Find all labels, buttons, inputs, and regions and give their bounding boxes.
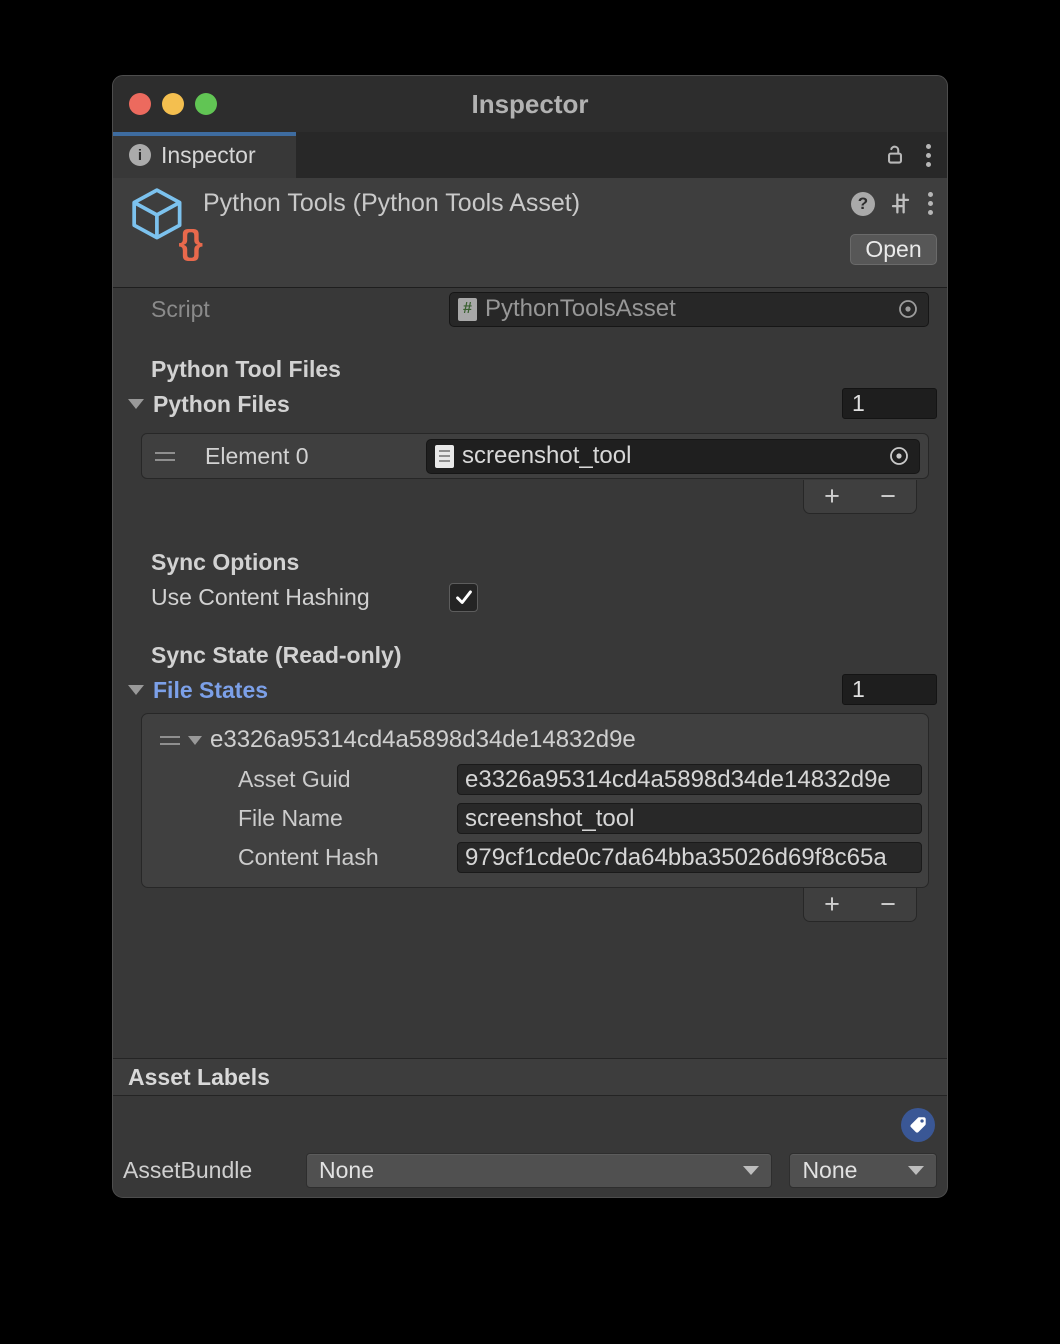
chevron-down-icon: [743, 1166, 759, 1175]
file-state-entry-header[interactable]: e3326a95314cd4a5898d34de14832d9e: [142, 722, 922, 764]
file-states-list-controls: + −: [803, 888, 917, 922]
remove-element-button[interactable]: −: [865, 483, 911, 510]
python-files-row: Python Files 1: [128, 387, 937, 421]
asset-guid-row: Asset Guid e3326a95314cd4a5898d34de14832…: [142, 764, 922, 795]
assetbundle-variant-value: None: [802, 1157, 857, 1184]
tab-inspector[interactable]: i Inspector: [113, 132, 296, 178]
asset-guid-label: Asset Guid: [238, 766, 457, 793]
asset-guid-field[interactable]: e3326a95314cd4a5898d34de14832d9e: [457, 764, 922, 795]
entry-guid-header: e3326a95314cd4a5898d34de14832d9e: [210, 726, 636, 754]
minimize-window-button[interactable]: [162, 93, 184, 115]
zoom-window-button[interactable]: [195, 93, 217, 115]
chevron-down-icon: [908, 1166, 924, 1175]
element-0-value: screenshot_tool: [462, 442, 631, 470]
python-tools-asset-icon: {}: [129, 186, 199, 256]
add-element-button[interactable]: +: [809, 483, 855, 510]
check-icon: [453, 586, 475, 608]
inspector-window: Inspector i Inspector: [112, 75, 948, 1198]
file-name-row: File Name screenshot_tool: [142, 803, 922, 834]
file-name-field[interactable]: screenshot_tool: [457, 803, 922, 834]
file-states-label: File States: [153, 677, 268, 704]
tab-bar: i Inspector: [113, 132, 947, 178]
element-0-object-field[interactable]: screenshot_tool: [426, 439, 920, 474]
asset-title: Python Tools (Python Tools Asset): [203, 189, 580, 218]
content-hash-field[interactable]: 979cf1cde0c7da64bba35026d69f8c65a: [457, 842, 922, 873]
use-content-hashing-row: Use Content Hashing: [151, 581, 929, 613]
python-files-size-field[interactable]: 1: [842, 388, 937, 419]
tab-kebab-menu-icon[interactable]: [924, 142, 933, 169]
info-icon: i: [129, 144, 151, 166]
file-states-size-field[interactable]: 1: [842, 674, 937, 705]
csharp-script-icon: #: [458, 298, 477, 321]
assetbundle-variant-dropdown[interactable]: None: [789, 1153, 937, 1188]
content-hash-label: Content Hash: [238, 844, 457, 871]
sync-options-label: Sync Options: [151, 549, 299, 576]
python-tool-files-label: Python Tool Files: [151, 356, 341, 383]
file-name-label: File Name: [238, 805, 457, 832]
assetbundle-dropdown[interactable]: None: [306, 1153, 772, 1188]
element-0-row[interactable]: Element 0 screenshot_tool: [141, 433, 929, 479]
drag-handle-icon[interactable]: [160, 736, 180, 745]
close-window-button[interactable]: [129, 93, 151, 115]
assetbundle-value: None: [319, 1157, 374, 1184]
script-label: Script: [151, 296, 449, 323]
script-object-field[interactable]: # PythonToolsAsset: [449, 292, 929, 327]
object-picker-icon[interactable]: [887, 444, 911, 468]
desktop-background: Inspector i Inspector: [0, 0, 1060, 1344]
python-files-foldout-icon[interactable]: [128, 399, 144, 409]
asset-header: {} Python Tools (Python Tools Asset) ? O…: [113, 178, 947, 288]
script-value: PythonToolsAsset: [485, 295, 676, 323]
open-button[interactable]: Open: [850, 234, 937, 265]
script-row: Script # PythonToolsAsset: [151, 289, 929, 329]
file-states-row: File States 1: [128, 674, 937, 706]
traffic-lights: [129, 76, 217, 132]
element-0-label: Element 0: [183, 443, 418, 470]
sync-state-section: Sync State (Read-only): [151, 640, 929, 670]
sync-state-label: Sync State (Read-only): [151, 642, 402, 669]
unlock-icon[interactable]: [882, 142, 908, 168]
content-hash-row: Content Hash 979cf1cde0c7da64bba35026d69…: [142, 842, 922, 873]
tab-label: Inspector: [161, 142, 256, 169]
assetbundle-label: AssetBundle: [123, 1157, 306, 1184]
text-asset-icon: [435, 445, 454, 468]
object-picker-icon[interactable]: [896, 297, 920, 321]
header-kebab-menu-icon[interactable]: [926, 190, 935, 217]
tag-icon: [907, 1114, 929, 1136]
braces-glyph: {}: [179, 226, 201, 260]
use-content-hashing-checkbox[interactable]: [449, 583, 478, 612]
help-icon[interactable]: ?: [851, 192, 875, 216]
asset-labels-header[interactable]: Asset Labels: [113, 1058, 947, 1096]
presets-icon[interactable]: [888, 191, 913, 216]
python-files-label: Python Files: [153, 391, 290, 418]
file-state-entry-box: e3326a95314cd4a5898d34de14832d9e Asset G…: [141, 713, 929, 888]
entry-foldout-icon[interactable]: [188, 736, 202, 745]
sync-options-section: Sync Options: [151, 547, 929, 577]
file-states-foldout-icon[interactable]: [128, 685, 144, 695]
add-element-button[interactable]: +: [809, 891, 855, 918]
remove-element-button[interactable]: −: [865, 891, 911, 918]
asset-label-tag-button[interactable]: [901, 1108, 935, 1142]
python-tool-files-section: Python Tool Files: [151, 354, 929, 384]
asset-labels-title: Asset Labels: [128, 1064, 270, 1091]
python-files-list-controls: + −: [803, 480, 917, 514]
assetbundle-row: AssetBundle None None: [123, 1153, 937, 1188]
use-content-hashing-label: Use Content Hashing: [151, 584, 449, 611]
window-titlebar[interactable]: Inspector: [113, 76, 947, 132]
drag-handle-icon[interactable]: [155, 452, 175, 461]
window-title: Inspector: [113, 89, 947, 120]
